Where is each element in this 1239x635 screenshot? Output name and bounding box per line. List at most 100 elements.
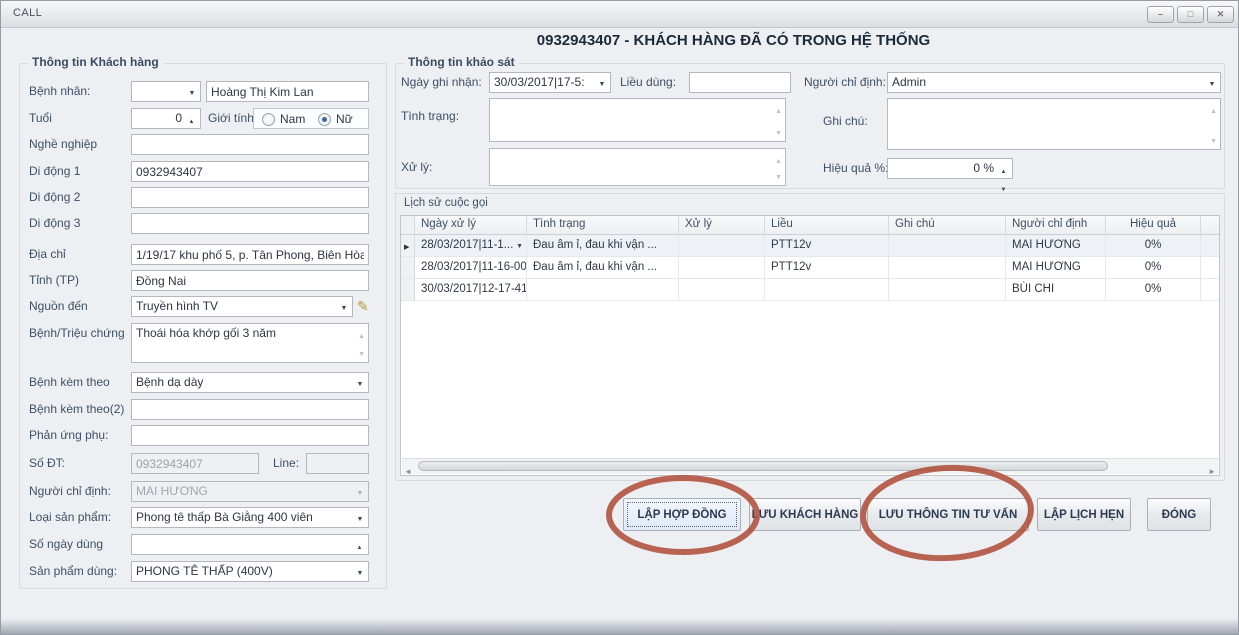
spin-up-icon[interactable] <box>352 536 367 554</box>
call-history-title: Lịch sử cuộc gọi <box>404 197 488 209</box>
save-consult-info-button[interactable]: LƯU THÔNG TIN TƯ VẤN <box>867 498 1029 531</box>
create-contract-button[interactable]: LẬP HỢP ĐỒNG <box>623 498 741 531</box>
days-used-stepper[interactable] <box>131 534 369 555</box>
status-textarea[interactable] <box>490 99 785 141</box>
radio-nam[interactable]: Nam <box>262 112 305 126</box>
phone-readonly-input <box>131 453 259 474</box>
scrollbar-thumb[interactable] <box>418 461 1108 471</box>
handling-textarea-wrap <box>489 148 786 186</box>
chevron-down-icon[interactable] <box>1205 73 1219 92</box>
call-history-group: Lịch sử cuộc gọi Ngày xử lý Tình trạng X… <box>395 193 1225 481</box>
scroll-up-icon[interactable] <box>775 100 782 118</box>
label-ngay-ghi-nhan: Ngày ghi nhận: <box>401 72 482 93</box>
table-row[interactable]: 30/03/2017|12-17-41 BÙI CHI 0% <box>401 279 1219 301</box>
scroll-down-icon[interactable] <box>775 122 782 140</box>
label-line: Line: <box>273 453 299 474</box>
label-gioi-tinh: Giới tính: <box>208 108 257 129</box>
edit-icon[interactable] <box>357 298 369 315</box>
col-tinh-trang[interactable]: Tình trạng <box>527 216 679 234</box>
label-loai-san-pham: Loại sản phẩm: <box>29 507 111 528</box>
save-customer-button[interactable]: LƯU KHÁCH HÀNG <box>749 498 861 531</box>
maximize-button[interactable]: □ <box>1177 6 1204 23</box>
col-xu-ly[interactable]: Xử lý <box>679 216 765 234</box>
scroll-up-icon[interactable] <box>1210 100 1217 118</box>
patient-code-combobox[interactable] <box>131 81 201 102</box>
table-row[interactable]: 28/03/2017|11-16-00 Đau âm ỉ, đau khi vậ… <box>401 257 1219 279</box>
comorbidity-combobox[interactable]: Bệnh dạ dày <box>131 372 369 393</box>
scroll-down-icon[interactable] <box>358 343 365 361</box>
window-title: CALL <box>13 7 42 19</box>
label-xu-ly: Xử lý: <box>401 157 432 178</box>
chevron-down-icon[interactable] <box>185 82 199 101</box>
label-nguoi-chi-dinh: Người chỉ định: <box>29 481 111 502</box>
source-combobox[interactable]: Truyền hình TV <box>131 296 353 317</box>
line-readonly-input <box>306 453 369 474</box>
col-hieu-qua[interactable]: Hiệu quả <box>1106 216 1201 234</box>
chevron-down-icon[interactable] <box>337 297 351 316</box>
scroll-left-icon[interactable] <box>404 461 412 476</box>
symptoms-textarea-wrap: Thoái hóa khớp gối 3 năm <box>131 323 369 363</box>
scroll-down-icon[interactable] <box>1210 130 1217 148</box>
gender-radio-group: Nam Nữ <box>253 108 369 129</box>
record-date-combobox[interactable]: 30/03/2017|17-5: <box>489 72 611 93</box>
mobile2-input[interactable] <box>131 187 369 208</box>
survey-group-title: Thông tin khảo sát <box>404 55 519 69</box>
status-textarea-wrap <box>489 98 786 142</box>
age-stepper[interactable]: 0 <box>131 108 201 129</box>
patient-name-input[interactable] <box>206 81 369 102</box>
col-nguoi-chi-dinh[interactable]: Người chỉ định <box>1006 216 1106 234</box>
spin-up-icon[interactable] <box>184 110 199 128</box>
cell-date-editor[interactable]: 28/03/2017|11-1... <box>415 235 527 256</box>
symptoms-textarea[interactable]: Thoái hóa khớp gối 3 năm <box>132 324 368 362</box>
label-lieu-dung: Liều dùng: <box>620 72 676 93</box>
table-row[interactable]: 28/03/2017|11-1... Đau âm ỉ, đau khi vận… <box>401 235 1219 257</box>
col-lieu[interactable]: Liều <box>765 216 889 234</box>
product-used-combobox[interactable]: PHONG TÊ THẤP (400V) <box>131 561 369 582</box>
titlebar: CALL – □ ✕ <box>1 1 1238 28</box>
notes-textarea[interactable] <box>888 99 1220 149</box>
label-survey-nguoi-chi-dinh: Người chỉ định: <box>804 72 886 93</box>
radio-checked-icon <box>318 113 331 126</box>
label-so-ngay-dung: Số ngày dùng <box>29 534 103 555</box>
scroll-up-icon[interactable] <box>358 325 365 343</box>
label-benh-trieu-chung: Bệnh/Triệu chứng <box>29 323 125 344</box>
comorbidity2-input[interactable] <box>131 399 369 420</box>
horizontal-scrollbar[interactable] <box>402 458 1218 474</box>
label-san-pham-dung: Sản phẩm dùng: <box>29 561 117 582</box>
survey-agent-combobox[interactable]: Admin <box>887 72 1221 93</box>
assigned-agent-combobox: MAI HƯƠNG <box>131 481 369 502</box>
spin-up-icon[interactable] <box>996 160 1011 178</box>
effectiveness-stepper[interactable]: 0 % <box>887 158 1013 179</box>
product-type-combobox[interactable]: Phong tê thấp Bà Giằng 400 viên <box>131 507 369 528</box>
handling-textarea[interactable] <box>490 149 785 185</box>
chevron-down-icon <box>353 482 367 501</box>
col-ngay-xu-ly[interactable]: Ngày xử lý <box>415 216 527 234</box>
dosage-input[interactable] <box>689 72 791 93</box>
close-form-button[interactable]: ĐÓNG <box>1147 498 1211 531</box>
label-tuoi: Tuổi <box>29 108 52 129</box>
mobile1-input[interactable] <box>131 161 369 182</box>
customer-group-title: Thông tin Khách hàng <box>28 55 163 69</box>
scroll-down-icon[interactable] <box>775 166 782 184</box>
chevron-down-icon[interactable] <box>353 562 367 581</box>
occupation-input[interactable] <box>131 134 369 155</box>
label-di-dong-1: Di động 1 <box>29 161 80 182</box>
label-phan-ung-phu: Phản ứng phụ: <box>29 425 108 446</box>
label-di-dong-3: Di động 3 <box>29 213 80 234</box>
chevron-down-icon[interactable] <box>595 73 609 92</box>
radio-nu[interactable]: Nữ <box>318 112 353 126</box>
chevron-down-icon[interactable] <box>516 239 523 251</box>
close-button[interactable]: ✕ <box>1207 6 1234 23</box>
mobile3-input[interactable] <box>131 213 369 234</box>
label-nguon-den: Nguồn đến <box>29 296 88 317</box>
col-ghi-chu[interactable]: Ghi chú <box>889 216 1006 234</box>
province-input[interactable] <box>131 270 369 291</box>
minimize-button[interactable]: – <box>1147 6 1174 23</box>
schedule-appointment-button[interactable]: LẬP LỊCH HẸN <box>1037 498 1131 531</box>
chevron-down-icon[interactable] <box>353 373 367 392</box>
label-di-dong-2: Di động 2 <box>29 187 80 208</box>
chevron-down-icon[interactable] <box>353 508 367 527</box>
side-effects-input[interactable] <box>131 425 369 446</box>
address-input[interactable] <box>131 244 369 265</box>
scroll-right-icon[interactable] <box>1208 461 1216 476</box>
